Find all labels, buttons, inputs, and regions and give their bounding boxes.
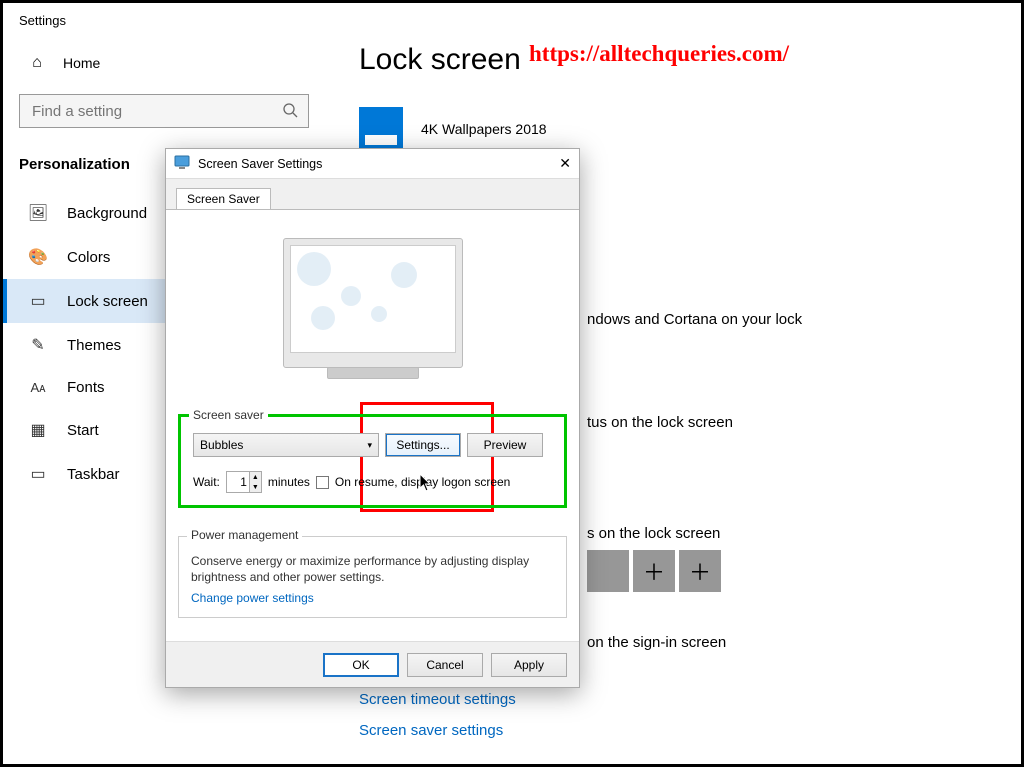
add-app-tile[interactable]: ＋ bbox=[633, 550, 675, 592]
spinner-up-icon[interactable]: ▲ bbox=[249, 472, 261, 482]
screen-saver-combobox[interactable]: Bubbles ▾ bbox=[193, 433, 379, 457]
home-label: Home bbox=[63, 55, 100, 71]
sidebar-item-label: Fonts bbox=[67, 379, 105, 396]
search-field[interactable] bbox=[30, 102, 282, 121]
cancel-button[interactable]: Cancel bbox=[407, 653, 483, 677]
group-legend: Screen saver bbox=[189, 408, 268, 422]
home-nav[interactable]: ⌂ Home bbox=[3, 48, 335, 78]
dialog-footer: OK Cancel Apply bbox=[166, 641, 579, 687]
background-text: s on the lock screen bbox=[587, 525, 1021, 542]
dialog-titlebar[interactable]: Screen Saver Settings ✕ bbox=[166, 149, 579, 179]
app-title: Settings bbox=[3, 3, 335, 48]
lock-icon: ▭ bbox=[27, 291, 49, 311]
link-screen-saver[interactable]: Screen saver settings bbox=[359, 722, 1021, 739]
change-power-settings-link[interactable]: Change power settings bbox=[191, 591, 314, 605]
ok-button[interactable]: OK bbox=[323, 653, 399, 677]
app-tile-label: 4K Wallpapers 2018 bbox=[421, 121, 547, 137]
search-input[interactable] bbox=[19, 94, 309, 128]
screen-saver-preview bbox=[178, 220, 567, 378]
group-power-management: Power management Conserve energy or maxi… bbox=[178, 536, 567, 618]
picture-icon: 🖼 bbox=[27, 203, 49, 223]
sidebar-item-label: Themes bbox=[67, 337, 121, 354]
fonts-icon: Aᴀ bbox=[27, 380, 49, 395]
preview-button[interactable]: Preview bbox=[467, 433, 543, 457]
home-icon: ⌂ bbox=[27, 54, 47, 72]
start-icon: ▦ bbox=[27, 420, 49, 440]
taskbar-icon: ▭ bbox=[27, 464, 49, 484]
dialog-title: Screen Saver Settings bbox=[198, 157, 322, 171]
app-tile-icon bbox=[359, 107, 403, 151]
combo-value: Bubbles bbox=[200, 438, 243, 452]
tab-screen-saver[interactable]: Screen Saver bbox=[176, 188, 271, 210]
background-text: on the sign-in screen bbox=[587, 634, 1021, 651]
lockscreen-app-tile[interactable]: 4K Wallpapers 2018 bbox=[359, 107, 1021, 151]
sidebar-item-label: Lock screen bbox=[67, 293, 148, 310]
resume-label: On resume, display logon screen bbox=[335, 475, 510, 489]
page-title: Lock screen bbox=[359, 43, 1021, 77]
palette-icon: 🎨 bbox=[27, 247, 49, 267]
dialog-tabstrip: Screen Saver bbox=[166, 179, 579, 209]
search-icon bbox=[282, 102, 298, 121]
themes-icon: ✎ bbox=[27, 335, 49, 355]
resume-checkbox[interactable] bbox=[316, 476, 329, 489]
wait-label: Wait: bbox=[193, 475, 220, 489]
sidebar-item-label: Start bbox=[67, 422, 99, 439]
link-screen-timeout[interactable]: Screen timeout settings bbox=[359, 691, 1021, 708]
background-text: tus on the lock screen bbox=[587, 414, 1021, 431]
dialog-icon bbox=[174, 155, 190, 172]
sidebar-item-label: Colors bbox=[67, 249, 110, 266]
group-screen-saver: Screen saver Bubbles ▾ Settings... Previ… bbox=[178, 414, 567, 508]
wait-spinner[interactable]: ▲ ▼ bbox=[226, 471, 262, 493]
settings-button[interactable]: Settings... bbox=[385, 433, 461, 457]
group-legend: Power management bbox=[187, 528, 302, 542]
app-chooser-tiles: ＋ ＋ bbox=[587, 550, 1021, 592]
apply-button[interactable]: Apply bbox=[491, 653, 567, 677]
sidebar-item-label: Background bbox=[67, 205, 147, 222]
spinner-down-icon[interactable]: ▼ bbox=[249, 482, 261, 492]
add-app-tile[interactable]: ＋ bbox=[679, 550, 721, 592]
power-text: Conserve energy or maximize performance … bbox=[191, 553, 554, 585]
minutes-label: minutes bbox=[268, 475, 310, 489]
sidebar-item-label: Taskbar bbox=[67, 466, 120, 483]
close-icon: ✕ bbox=[559, 155, 571, 171]
chevron-down-icon: ▾ bbox=[367, 440, 372, 451]
screen-saver-dialog: Screen Saver Settings ✕ Screen Saver bbox=[165, 148, 580, 688]
wait-value[interactable] bbox=[227, 474, 249, 490]
close-button[interactable]: ✕ bbox=[537, 155, 571, 172]
background-text: ndows and Cortana on your lock bbox=[587, 311, 1021, 328]
app-chooser-tile[interactable] bbox=[587, 550, 629, 592]
